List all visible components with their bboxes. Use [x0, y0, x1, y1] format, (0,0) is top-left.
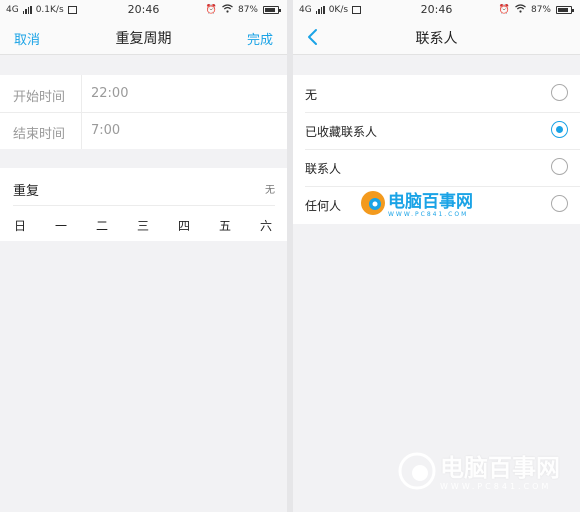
- wifi-icon: [222, 4, 233, 16]
- day-thursday[interactable]: 四: [169, 217, 199, 234]
- alarm-icon: ⏰: [205, 5, 217, 15]
- contacts-screen: 4G 0K/s 20:46 ⏰ 87% 联系人 无 已收藏联系人 联系人 任何人: [293, 0, 580, 512]
- option-none[interactable]: 无: [293, 75, 580, 112]
- nav-bar: 取消 重复周期 完成: [0, 20, 287, 55]
- end-time-value[interactable]: 7:00: [91, 123, 120, 138]
- radio-button[interactable]: [551, 158, 568, 175]
- radio-button[interactable]: [551, 84, 568, 101]
- repeat-cycle-screen: 4G 0.1K/s 20:46 ⏰ 87% 取消 重复周期 完成 开始时间 22…: [0, 0, 287, 512]
- weekday-selector: 日 一 二 三 四 五 六: [0, 209, 287, 241]
- watermark-small: 电脑百事网 WWW.PC841.COM: [360, 190, 473, 220]
- day-monday[interactable]: 一: [46, 217, 76, 234]
- option-label: 无: [305, 88, 318, 102]
- watermark-name: 电脑百事网: [388, 191, 473, 212]
- start-time-label: 开始时间: [13, 90, 66, 105]
- watermark-logo-icon: [360, 190, 386, 220]
- watermark-large: 电脑百事网 WWW.PC841.COM: [398, 452, 560, 494]
- day-saturday[interactable]: 六: [251, 217, 281, 234]
- day-wednesday[interactable]: 三: [128, 217, 158, 234]
- day-tuesday[interactable]: 二: [87, 217, 117, 234]
- end-time-row[interactable]: 结束时间 7:00: [0, 112, 287, 149]
- alarm-icon: ⏰: [498, 5, 510, 15]
- repeat-value[interactable]: 无: [265, 181, 275, 196]
- option-label: 已收藏联系人: [305, 125, 378, 139]
- watermark-logo-icon: [398, 452, 436, 494]
- page-title: 重复周期: [115, 31, 172, 47]
- watermark-name: 电脑百事网: [440, 453, 560, 482]
- done-button[interactable]: 完成: [247, 29, 273, 48]
- start-time-value[interactable]: 22:00: [91, 86, 128, 101]
- battery-icon: [263, 6, 281, 14]
- radio-button[interactable]: [551, 121, 568, 138]
- status-bar: 4G 0K/s 20:46 ⏰ 87%: [293, 0, 580, 20]
- time-card: 开始时间 22:00 结束时间 7:00: [0, 75, 287, 149]
- end-time-label: 结束时间: [13, 127, 66, 142]
- battery-percent: 87%: [530, 5, 551, 15]
- watermark-url: WWW.PC841.COM: [388, 210, 469, 218]
- start-time-row[interactable]: 开始时间 22:00: [0, 75, 287, 112]
- wifi-icon: [515, 4, 526, 16]
- day-sunday[interactable]: 日: [5, 217, 35, 234]
- divider: [13, 205, 275, 206]
- battery-percent: 87%: [237, 5, 258, 15]
- option-contacts[interactable]: 联系人: [293, 149, 580, 186]
- option-label: 任何人: [305, 199, 342, 213]
- repeat-card: 重复 无 日 一 二 三 四 五 六: [0, 168, 287, 241]
- day-friday[interactable]: 五: [210, 217, 240, 234]
- nav-bar: 联系人: [293, 20, 580, 55]
- radio-button[interactable]: [551, 195, 568, 212]
- watermark-url: WWW.PC841.COM: [440, 481, 552, 491]
- option-favorite-contacts[interactable]: 已收藏联系人: [293, 112, 580, 149]
- status-bar: 4G 0.1K/s 20:46 ⏰ 87%: [0, 0, 287, 20]
- battery-icon: [556, 6, 574, 14]
- page-title: 联系人: [415, 31, 458, 47]
- option-label: 联系人: [305, 162, 342, 176]
- repeat-label: 重复: [13, 184, 40, 199]
